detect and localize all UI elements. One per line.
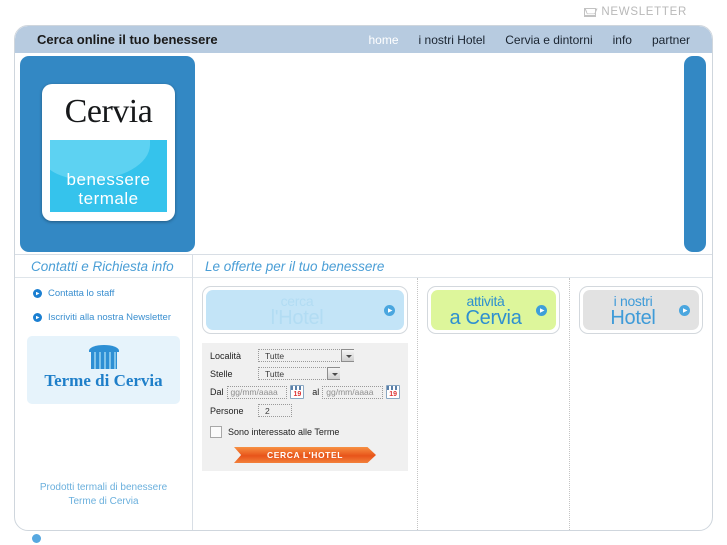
page-bottom-dot-icon [32,534,41,543]
form-row-dates: Dal gg/mm/aaaa 19 al gg/mm/aaaa 19 [210,385,400,399]
arrow-circle-icon [33,289,42,298]
fountain-icon [88,345,119,369]
nav-item-home[interactable]: home [369,33,399,58]
tab-label-line-2: a Cervia [449,307,522,329]
arrow-circle-icon[interactable] [536,305,547,316]
localita-label: Località [210,350,242,361]
nav-item-info[interactable]: info [613,33,632,47]
al-label: al [312,387,320,397]
content-area: Contatti e Richiesta info Contatta lo st… [15,255,712,530]
tab-i-nostri-hotel-inner[interactable]: i nostri Hotel [583,290,699,330]
form-row-localita: Località Tutte [210,349,400,362]
cerca-hotel-button[interactable]: CERCA L'HOTEL [234,447,376,463]
column-i-nostri-hotel: i nostri Hotel [570,278,712,530]
localita-select[interactable]: Tutte [258,349,354,362]
hotel-search-form: Località Tutte Stelle Tutte Dal gg/mm/aa… [202,343,408,471]
tab-attivita-cervia-inner[interactable]: attività a Cervia [431,290,556,330]
tab-attivita-cervia[interactable]: attività a Cervia [427,286,560,334]
form-row-stelle: Stelle Tutte [210,367,400,380]
dal-label: Dal [210,387,224,397]
terme-checkbox-label: Sono interessato alle Terme [228,427,340,437]
terme-checkbox-row: Sono interessato alle Terme [210,426,400,438]
dal-input[interactable]: gg/mm/aaaa [226,385,288,399]
chevron-down-icon [327,367,340,380]
offer-columns: cerca l'Hotel Località Tutte Stelle Tutt… [193,278,712,530]
column-cerca-hotel: cerca l'Hotel Località Tutte Stelle Tutt… [193,278,418,530]
logo[interactable]: Cervia benessere termale [42,84,175,221]
main-navigation: home i nostri Hotel Cervia e dintorni in… [369,33,713,58]
arrow-circle-icon [33,313,42,322]
terme-di-cervia-banner[interactable]: Terme di Cervia [27,336,180,404]
sidebar-footer-line-1: Prodotti termali di benessere [39,482,168,493]
nav-item-i-nostri-hotel[interactable]: i nostri Hotel [419,33,486,47]
site-header: Cerca online il tuo benessere home i nos… [15,26,713,58]
arrow-circle-icon[interactable] [384,305,395,316]
arrow-circle-icon[interactable] [679,305,690,316]
form-row-persone: Persone 2 [210,404,400,417]
envelope-icon [584,7,597,17]
sidebar-item-newsletter[interactable]: Iscriviti alla nostra Newsletter [33,312,192,323]
stelle-label: Stelle [210,368,233,379]
logo-subtitle-2: termale [78,189,139,208]
terme-checkbox[interactable] [210,426,222,438]
sidebar-footer-line-2: Terme di Cervia [68,496,139,507]
sidebar-item-contatta-lo-staff[interactable]: Contatta lo staff [33,288,192,299]
tab-cerca-hotel[interactable]: cerca l'Hotel [202,286,408,334]
top-utility-bar: NEWSLETTER [0,0,727,24]
nav-item-partner[interactable]: partner [652,33,690,47]
page-title: Cerca online il tuo benessere [37,32,218,47]
column-attivita-cervia: attività a Cervia [418,278,570,530]
sidebar-links: Contatta lo staff Iscriviti alla nostra … [15,278,192,323]
logo-wave-block: benessere termale [50,140,167,212]
al-input[interactable]: gg/mm/aaaa [322,385,384,399]
calendar-icon[interactable]: 19 [290,385,305,399]
tab-attivita-label: attività a Cervia [449,293,537,329]
calendar-icon[interactable]: 19 [386,385,400,399]
newsletter-link[interactable]: NEWSLETTER [584,6,687,18]
sidebar-item-label: Iscriviti alla nostra Newsletter [48,312,172,323]
tab-label-line-2: l'Hotel [270,307,324,329]
submit-row: CERCA L'HOTEL [210,447,400,463]
stelle-value: Tutte [265,368,285,379]
chevron-down-icon [341,349,354,362]
sidebar: Contatti e Richiesta info Contatta lo st… [15,255,193,530]
tab-cerca-hotel-label: cerca l'Hotel [270,293,340,329]
sidebar-item-label: Contatta lo staff [48,288,115,299]
main-panel: Le offerte per il tuo benessere cerca l'… [193,255,712,530]
sidebar-title: Contatti e Richiesta info [15,255,192,278]
persone-label: Persone [210,405,244,416]
tab-label-line-2: Hotel [610,307,656,329]
nav-item-cervia-e-dintorni[interactable]: Cervia e dintorni [505,33,592,47]
persone-input[interactable]: 2 [258,404,292,417]
page-container: Cerca online il tuo benessere home i nos… [14,25,713,531]
terme-banner-label: Terme di Cervia [44,371,163,390]
logo-wordmark: Cervia [64,93,153,130]
stelle-select[interactable]: Tutte [258,367,340,380]
newsletter-label: NEWSLETTER [601,6,687,18]
localita-value: Tutte [265,350,285,361]
hero-banner: Cervia benessere termale [15,53,712,255]
sidebar-footer: Prodotti termali di benessere Terme di C… [15,481,192,509]
logo-subtitle-1: benessere [66,170,151,189]
banner-right-panel [684,56,706,252]
tab-i-nostri-hotel-label: i nostri Hotel [610,293,671,329]
main-title: Le offerte per il tuo benessere [193,255,712,278]
tab-i-nostri-hotel[interactable]: i nostri Hotel [579,286,703,334]
tab-cerca-hotel-inner[interactable]: cerca l'Hotel [206,290,404,330]
